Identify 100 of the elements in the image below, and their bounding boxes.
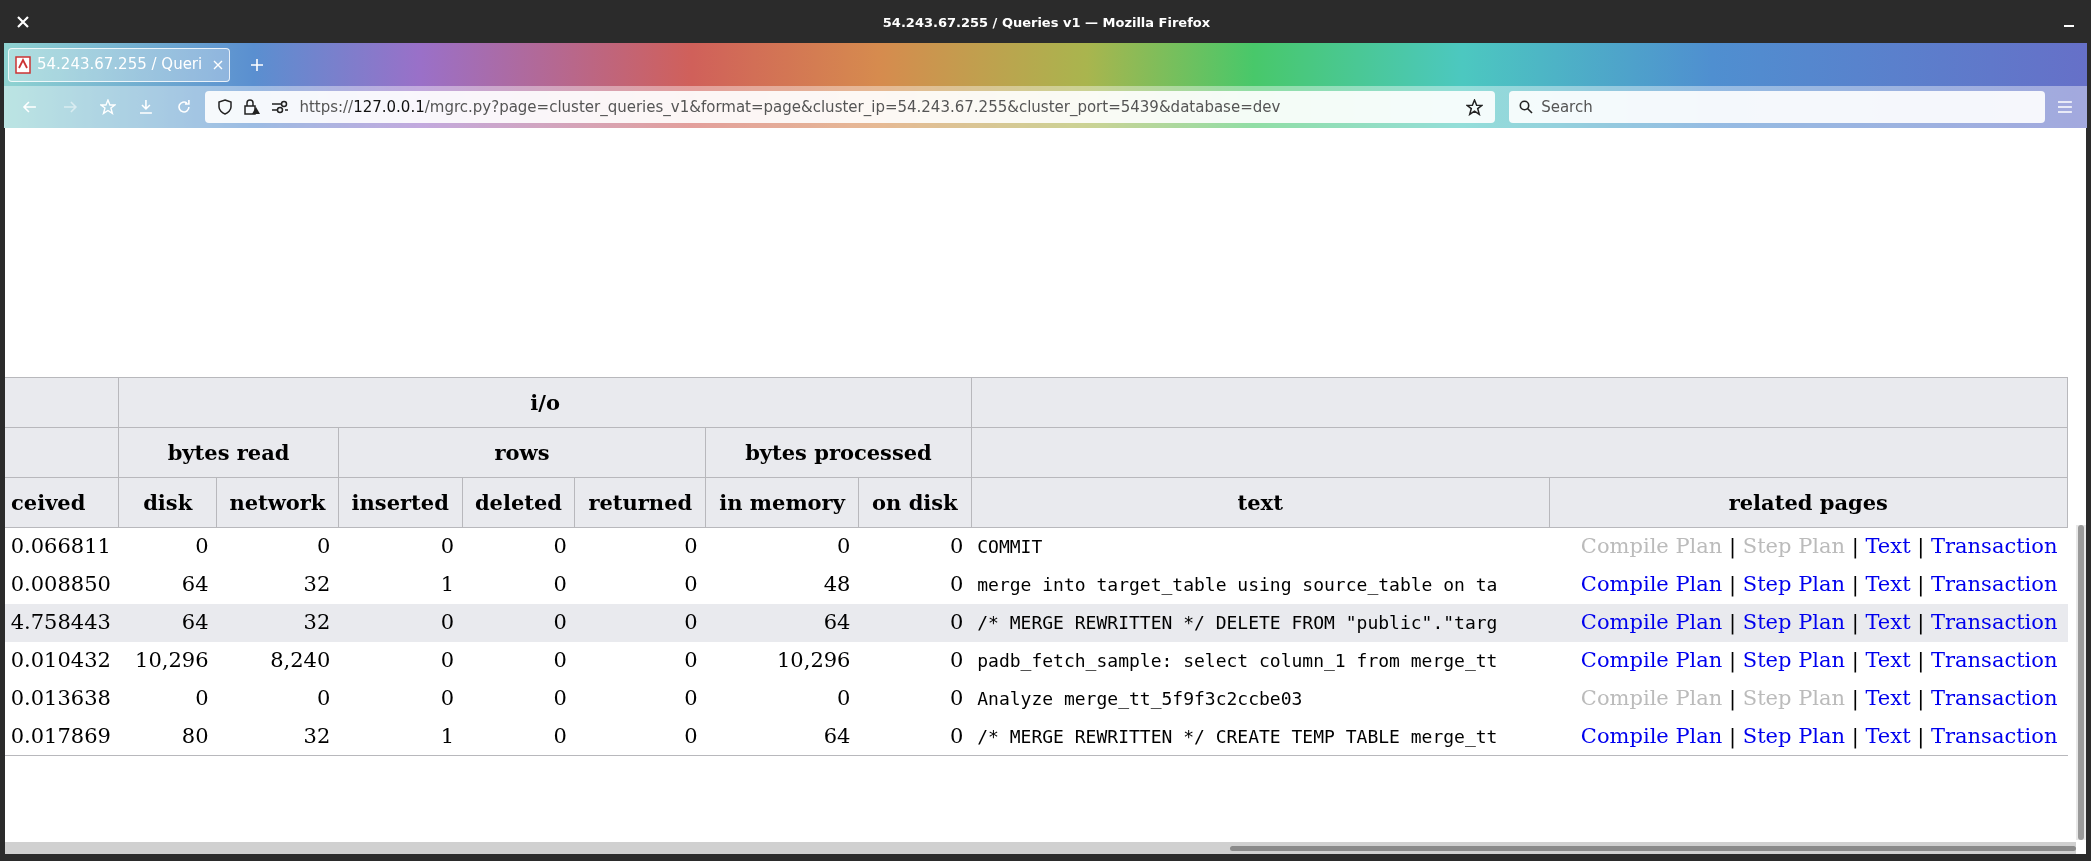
separator: | [1850,609,1860,634]
table-cell: 8,240 [270,647,331,672]
forward-arrow-icon [61,99,78,115]
separator: | [1916,647,1926,672]
separator: | [1728,647,1738,672]
lock-warning-icon[interactable] [243,99,262,115]
table-cell: 0 [684,571,698,596]
plus-icon[interactable] [250,57,264,72]
related-page-link[interactable]: Step Plan [1742,609,1846,634]
separator: | [1728,571,1738,596]
separator: | [1728,534,1738,558]
related-page-link[interactable]: Transaction [1931,534,2058,558]
table-cell: 0 [949,685,964,710]
table-cell: 0 [440,609,455,634]
related-page-link[interactable]: Transaction [1931,647,2058,672]
table-cell: 0.008850 [10,571,111,596]
related-page-link[interactable]: Transaction [1931,685,2058,710]
bookmark-star-icon[interactable] [1466,98,1484,116]
table-cell: 0 [553,723,567,748]
shield-icon[interactable] [217,99,234,115]
related-page-link[interactable]: Transaction [1931,571,2058,596]
related-page-link[interactable]: Compile Plan [1580,647,1723,672]
table-cell: 0 [949,609,964,634]
search-icon [1519,100,1534,114]
table-cell: 0.066811 [10,534,111,558]
related-page-link[interactable]: Text [1865,609,1911,634]
separator: | [1850,571,1860,596]
table-cell: 48 [823,571,851,596]
table-cell: 0 [440,534,455,558]
related-page-link[interactable]: Text [1865,685,1911,710]
table-cell: 0 [684,685,698,710]
table-cell: 0 [316,685,331,710]
table-cell: 10,296 [777,647,851,672]
related-page-link[interactable]: Compile Plan [1580,571,1723,596]
separator: | [1728,685,1738,710]
query-text: merge into target_table using source_table on ta [977,574,1498,595]
separator: | [1850,685,1860,710]
separator: | [1728,723,1738,748]
table-cell: 0 [553,609,567,634]
table-cell: 64 [181,609,209,634]
related-page-link[interactable]: Text [1865,723,1911,748]
separator: | [1850,723,1860,748]
related-page-link[interactable]: Transaction [1931,609,2058,634]
table-cell: 0 [440,685,455,710]
related-page-link: Step Plan [1742,685,1846,710]
menu-icon[interactable] [2057,100,2073,114]
separator: | [1916,571,1926,596]
separator: | [1916,685,1926,710]
table-cell: 0 [837,534,851,558]
page-icon [15,55,31,74]
related-page-link[interactable]: Text [1865,647,1911,672]
download-icon[interactable] [137,99,154,115]
table-cell: 0 [684,609,698,634]
column-header: network [216,477,339,528]
table-cell: 10,296 [135,647,209,672]
table-cell: 80 [181,723,209,748]
column-header: on disk [858,477,972,528]
table-cell: 0 [195,685,209,710]
related-page-link[interactable]: Transaction [1931,723,2058,748]
vertical-scrollbar[interactable] [2076,525,2086,840]
close-icon[interactable] [16,14,30,29]
table-cell: 0 [195,534,209,558]
related-page-link: Compile Plan [1580,534,1723,558]
table-cell: 1 [440,571,455,596]
related-page-link[interactable]: Text [1865,534,1911,558]
permissions-icon[interactable] [271,100,290,114]
column-header: disk [118,477,217,528]
related-page-link[interactable]: Compile Plan [1580,609,1723,634]
table-cell: 32 [303,571,331,596]
query-text: Analyze merge_tt_5f9f3c2ccbe03 [977,688,1303,709]
related-page-link[interactable]: Text [1865,571,1911,596]
table-cell: 0.017869 [10,723,111,748]
related-page-link[interactable]: Compile Plan [1580,723,1723,748]
table-cell: 0 [440,647,455,672]
table-cell: 64 [823,723,851,748]
horizontal-scrollbar[interactable] [5,842,2076,854]
address-bar[interactable]: https://127.0.0.1/mgrc.py?page=cluster_queries_v1&format=page&cluster_ip=54.243.67.255&cluster_port=5439&database=dev [205,91,1496,123]
table-cell: 0 [949,534,964,558]
search-field[interactable]: Search [1509,91,2046,123]
url-text[interactable]: https://127.0.0.1/mgrc.py?page=cluster_queries_v1&format=page&cluster_ip=54.243.67.255&cluster_port=5439&database=dev [299,95,1457,119]
table-cell: 64 [823,609,851,634]
group-header: bytes read [118,427,339,478]
separator: | [1916,534,1926,558]
back-arrow-icon[interactable] [22,99,38,115]
table-cell: 32 [303,723,331,748]
column-header: inserted [338,477,463,528]
table-cell: 0 [553,647,567,672]
column-header: related pages [1549,477,2068,528]
query-text: COMMIT [977,536,1043,558]
table-cell: 0 [553,685,567,710]
related-page-link[interactable]: Step Plan [1742,647,1846,672]
reload-icon[interactable] [175,99,192,115]
table-cell: 64 [181,571,209,596]
related-page-link[interactable]: Step Plan [1742,723,1846,748]
table-cell: 0 [949,647,964,672]
separator: | [1916,609,1926,634]
related-page-link[interactable]: Step Plan [1742,571,1846,596]
table-cell: 0.013638 [10,685,111,710]
group-header: bytes processed [705,427,972,478]
table-cell: 0.010432 [10,647,111,672]
